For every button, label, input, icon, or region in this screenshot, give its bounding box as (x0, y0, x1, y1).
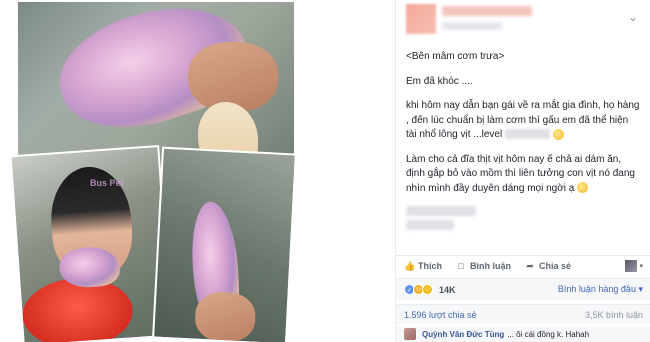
redacted-line-2 (406, 220, 454, 230)
hand-image (188, 42, 278, 112)
comment-button[interactable]: □ Bình luận (456, 261, 511, 271)
post-paragraph-4-text: Làm cho cả đĩa thịt vịt hôm nay ế chả ai… (406, 153, 635, 194)
share-button[interactable]: ➦ Chia sẻ (525, 261, 571, 271)
post-meta-blurred (442, 22, 502, 30)
caret-down-icon-2: ▾ (638, 284, 643, 294)
hand-image-2 (194, 290, 257, 342)
like-button[interactable]: 👍 Thích (404, 261, 442, 271)
post-photo-collage[interactable]: Bus Pet (0, 0, 395, 342)
reactions-bar: ✓ ☺ ☺ 14K Bình luận hàng đầu ▾ (396, 278, 650, 300)
share-count-link[interactable]: 1.596 lượt chia sẻ (404, 310, 476, 320)
post-paragraph-3: khi hôm nay dẫn bạn gái về ra mắt gia đì… (406, 99, 640, 143)
commenter-avatar[interactable] (404, 328, 416, 340)
comment-sort-label: Bình luận hàng đầu (557, 284, 636, 294)
reaction-count[interactable]: 14K (439, 285, 456, 295)
comment-preview: Quỳnh Vân Đức Tùng ... ôi cái đồng k. Ha… (396, 326, 650, 342)
post-as-selector[interactable]: ▾ (625, 259, 643, 272)
grimace-emoji-icon (552, 128, 564, 140)
thumbs-up-icon: 👍 (404, 260, 416, 271)
author-name-blurred[interactable] (442, 6, 532, 16)
comment-sort-dropdown[interactable]: Bình luận hàng đầu ▾ (558, 284, 643, 295)
flushed-emoji-icon (577, 182, 589, 194)
wow-reaction-icon[interactable]: ☺ (422, 284, 433, 295)
share-label: Chia sẻ (539, 260, 572, 271)
post-header: ⌄ (396, 0, 650, 40)
like-label: Thích (418, 260, 442, 271)
post-actions-bar: 👍 Thích □ Bình luận ➦ Chia sẻ ▾ (396, 255, 650, 275)
commenter-name[interactable]: Quỳnh Vân Đức Tùng (422, 330, 504, 339)
redacted-line-1 (406, 206, 476, 216)
photo-duck-held[interactable] (152, 146, 297, 342)
photo-watermark: Bus Pet (90, 178, 124, 188)
post-paragraph-1: <Bên mâm cơm trưa> (406, 51, 505, 62)
post-stats: 1.596 lượt chia sẻ 3,5K bình luận (396, 304, 650, 324)
share-icon: ➦ (526, 260, 534, 271)
post-paragraph-2: Em đã khóc .... (406, 75, 473, 87)
post-paragraph-4: Làm cho cả đĩa thịt vịt hôm nay ế chả ai… (406, 153, 640, 197)
post-text: <Bên mâm cơm trưa> Em đã khóc .... khi h… (396, 40, 650, 230)
post-panel: ⌄ <Bên mâm cơm trưa> Em đã khóc .... khi… (395, 0, 650, 342)
photo-girl-plucking[interactable] (9, 145, 173, 342)
comment-text: ... ôi cái đồng k. Hahah (507, 329, 590, 339)
comment-label: Bình luận (470, 260, 511, 271)
comment-count[interactable]: 3,5K bình luận (585, 310, 643, 320)
author-avatar-blurred[interactable] (406, 4, 436, 34)
page-avatar (625, 259, 638, 272)
chevron-down-icon[interactable]: ⌄ (626, 10, 640, 24)
redacted-text (504, 129, 550, 140)
comment-icon: □ (458, 260, 464, 271)
caret-down-icon: ▾ (639, 262, 643, 270)
